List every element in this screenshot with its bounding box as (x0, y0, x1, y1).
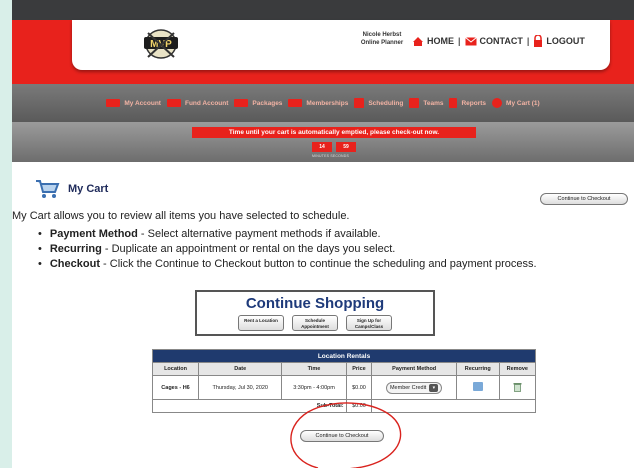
help-item: Payment Method - Select alternative paym… (38, 227, 537, 242)
help-term: Recurring (49, 243, 102, 255)
rent-location-button[interactable]: Rent a Location (238, 315, 284, 331)
logout-label: LOGOUT (546, 36, 585, 46)
recurring-calendar-icon[interactable] (472, 382, 483, 391)
help-text: - Select alternative payment methods if … (137, 228, 381, 240)
teams-icon (409, 98, 420, 108)
nav-label: My Cart (1) (506, 99, 540, 107)
home-link[interactable]: HOME (412, 36, 454, 47)
nav-label: Teams (423, 99, 444, 107)
nav-memberships[interactable]: Memberships (288, 99, 348, 107)
payment-method-value: Member Credit (389, 384, 427, 391)
timer-seconds: 59 (336, 142, 356, 152)
sign-up-camps-button[interactable]: Sign Up for Camps/Class (346, 315, 392, 331)
remove-cell (498, 375, 537, 400)
schedule-appointment-button[interactable]: Schedule Appointment (292, 315, 338, 331)
help-term: Payment Method (49, 228, 138, 240)
top-bar (12, 0, 634, 20)
continue-shopping-panel: Continue Shopping Rent a Location Schedu… (195, 290, 435, 336)
nav-teams[interactable]: Teams (409, 98, 443, 108)
continue-to-checkout-button-top[interactable]: Continue to Checkout (540, 193, 628, 205)
contact-link[interactable]: CONTACT (464, 36, 523, 46)
column-header: Location (151, 362, 200, 376)
nav-label: Packages (252, 99, 283, 107)
shopping-cart-icon (36, 180, 60, 198)
table-title: Location Rentals (152, 349, 536, 363)
nav-label: My Account (124, 99, 161, 107)
nav-label: Memberships (306, 99, 349, 107)
nav-my-account[interactable]: My Account (106, 99, 161, 107)
app-frame: MVP Nicole Herbst Online Planner HOME | … (12, 0, 634, 468)
help-item: Checkout - Click the Continue to Checkou… (38, 257, 537, 272)
continue-shopping-title: Continue Shopping (245, 295, 385, 312)
location-cell: Cages - H6 (151, 375, 200, 400)
timer-minutes: 14 (312, 142, 332, 152)
cart-timer: 14 59 (312, 142, 356, 152)
timer-labels: MINUTES SECONDS (312, 154, 350, 158)
link-separator: | (526, 36, 530, 46)
logout-link[interactable]: LOGOUT (533, 35, 585, 47)
packages-icon (234, 99, 249, 107)
contact-label: CONTACT (479, 36, 523, 46)
shopping-buttons: Rent a Location Schedule Appointment Sig… (197, 315, 433, 331)
lock-icon (534, 35, 543, 47)
column-header: Time (281, 362, 347, 376)
cart-header: My Cart (34, 178, 108, 200)
top-links: HOME | CONTACT | LOGOUT (412, 35, 585, 47)
help-term: Checkout (49, 258, 100, 270)
link-separator: | (458, 36, 461, 46)
price-cell: $0.00 (345, 375, 373, 400)
trash-icon[interactable] (513, 382, 522, 392)
help-text: - Duplicate an appointment or rental on … (101, 243, 396, 255)
payment-method-cell: Member Credit ▾ (371, 375, 457, 400)
help-text: - Click the Continue to Checkout button … (99, 258, 537, 270)
column-header: Date (198, 362, 283, 376)
envelope-icon (464, 36, 477, 45)
mvp-logo[interactable]: MVP (138, 23, 184, 65)
column-header: Remove (498, 362, 537, 376)
nav-label: Reports (461, 99, 487, 107)
nav-reports[interactable]: Reports (449, 98, 486, 108)
reports-icon (449, 98, 458, 108)
home-label: HOME (427, 36, 454, 46)
table-header-row: Location Date Time Price Payment Method … (151, 362, 537, 376)
nav-fund-account[interactable]: Fund Account (166, 99, 229, 107)
date-cell: Thursday, Jul 30, 2020 (198, 375, 283, 400)
cart-intro: My Cart allows you to review all items y… (12, 210, 350, 222)
memberships-icon (288, 99, 303, 107)
cart-help-list: Payment Method - Select alternative paym… (38, 227, 537, 272)
chevron-down-icon: ▾ (429, 383, 439, 392)
cart-icon (492, 98, 503, 108)
nav-label: Fund Account (184, 99, 229, 107)
payment-method-select[interactable]: Member Credit ▾ (385, 381, 443, 394)
header-card: MVP Nicole Herbst Online Planner HOME | … (72, 20, 610, 70)
table-row: Cages - H6 Thursday, Jul 30, 2020 3:30pm… (151, 375, 537, 400)
nav-label: Scheduling (368, 99, 404, 107)
time-cell: 3:30pm - 4:00pm (281, 375, 347, 400)
nav-packages[interactable]: Packages (234, 99, 282, 107)
recurring-cell (455, 375, 500, 400)
column-header: Price (345, 362, 373, 376)
column-header: Payment Method (371, 362, 457, 376)
nav-my-cart[interactable]: My Cart (1) (492, 98, 540, 108)
home-icon (413, 36, 423, 46)
cart-expiry-notice: Time until your cart is automatically em… (192, 127, 476, 138)
fund-icon (166, 99, 181, 107)
red-circle-annotation (290, 402, 402, 468)
help-item: Recurring - Duplicate an appointment or … (38, 242, 537, 257)
account-icon (106, 99, 121, 107)
calendar-icon (354, 98, 365, 108)
nav-scheduling[interactable]: Scheduling (354, 98, 403, 108)
page-title: My Cart (68, 183, 109, 195)
main-nav: My Account Fund Account Packages Members… (12, 84, 634, 122)
column-header: Recurring (455, 362, 500, 376)
